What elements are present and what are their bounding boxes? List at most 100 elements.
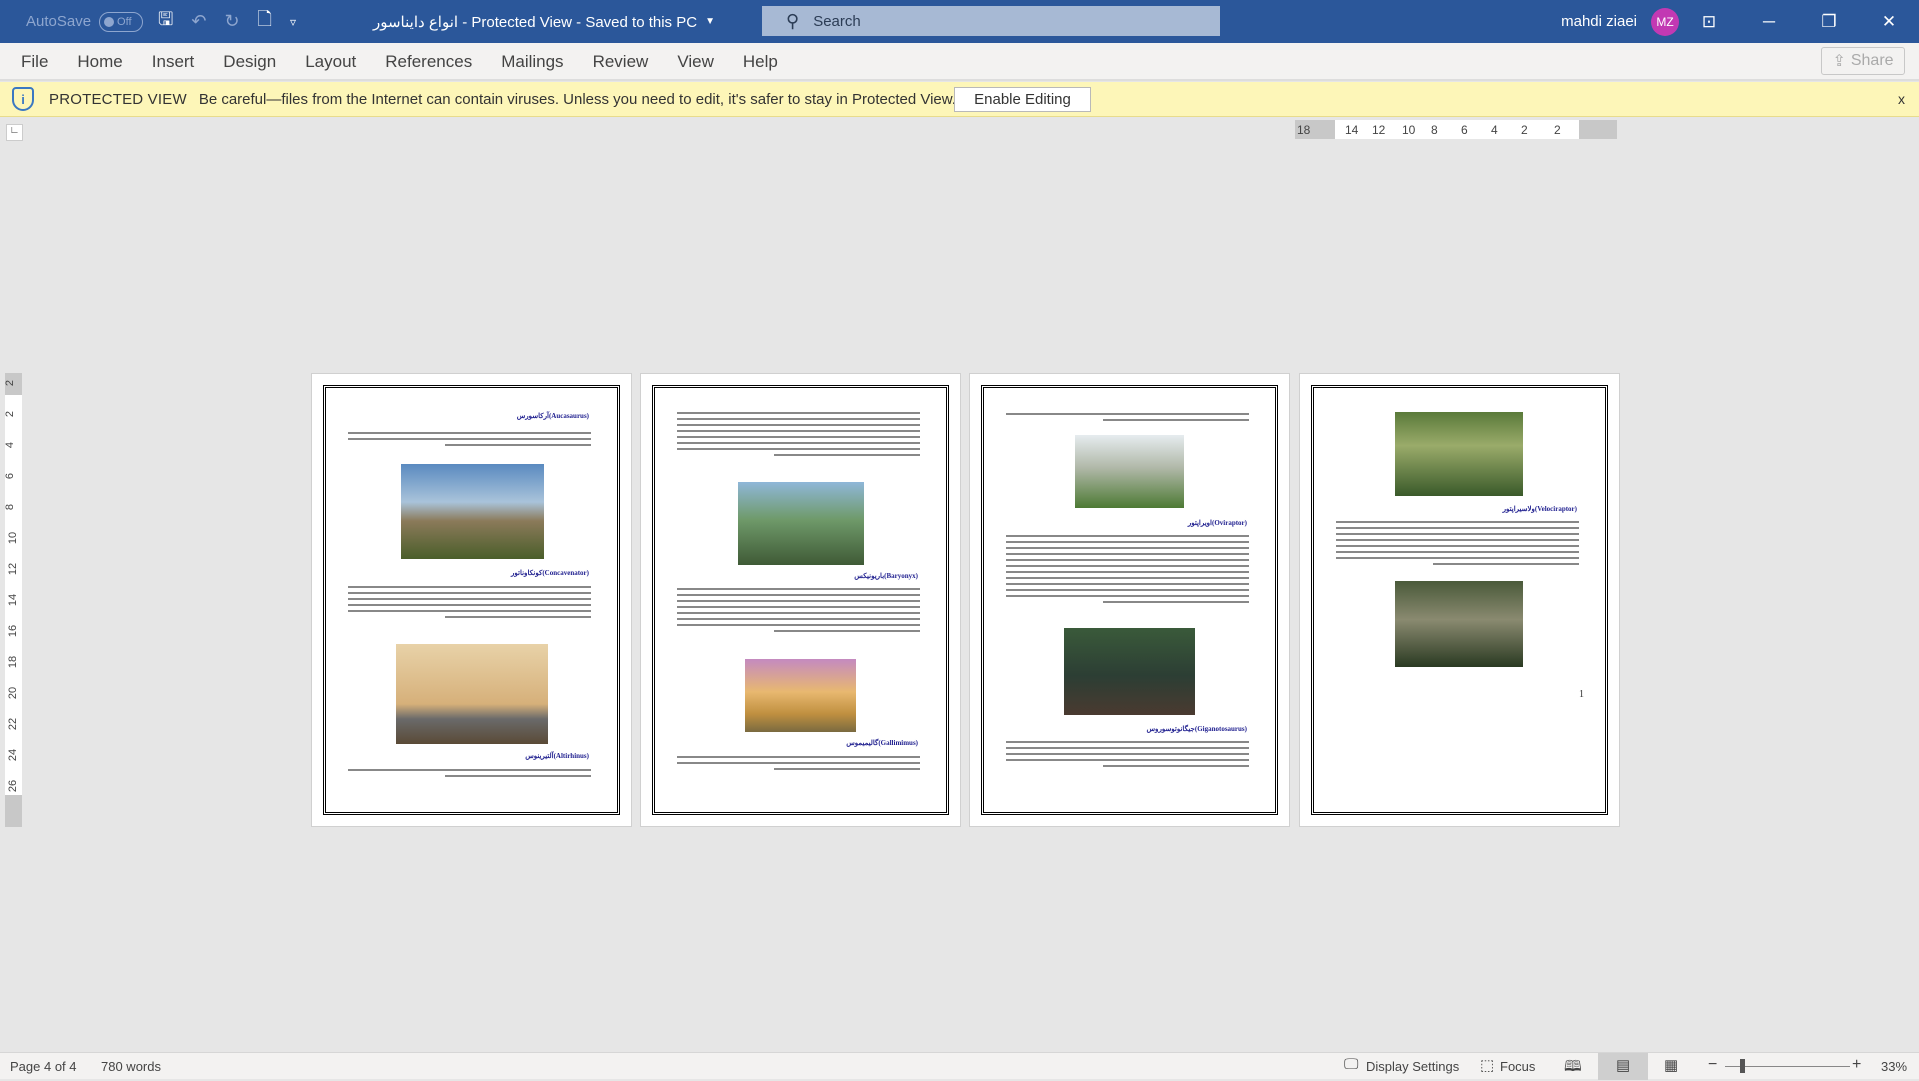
ruler-tick: 16 xyxy=(7,624,20,638)
undo-icon[interactable]: ↶ xyxy=(191,11,206,32)
text-line xyxy=(1006,571,1249,573)
save-icon[interactable]: 🖫 xyxy=(158,7,173,37)
tab-insert[interactable]: Insert xyxy=(152,52,195,72)
page-2[interactable]: باریونیکس(Baryonyx) گالیمیموس(Gallimimus… xyxy=(640,373,961,827)
autosave-label: AutoSave xyxy=(26,13,92,30)
text-line xyxy=(1336,551,1579,553)
word-count[interactable]: 780 words xyxy=(101,1059,161,1074)
ruler-tick: 26 xyxy=(7,779,20,793)
focus-button[interactable]: Focus xyxy=(1500,1059,1535,1074)
text-line xyxy=(677,624,920,626)
enable-editing-button[interactable]: Enable Editing xyxy=(954,87,1091,112)
tab-references[interactable]: References xyxy=(385,52,472,72)
ruler-tick: 22 xyxy=(7,717,20,731)
minimize-icon[interactable]: ─ xyxy=(1739,12,1799,32)
avatar[interactable]: MZ xyxy=(1651,7,1679,36)
tab-design[interactable]: Design xyxy=(223,52,276,72)
text-line xyxy=(1006,413,1249,415)
zoom-slider-thumb[interactable] xyxy=(1739,1059,1745,1073)
dinosaur-image xyxy=(396,644,548,744)
status-bar: Page 4 of 4 780 words 🖵 Display Settings… xyxy=(0,1052,1919,1081)
ruler-tick: 18 xyxy=(1297,123,1311,137)
ruler-tick: 10 xyxy=(7,531,20,545)
page-number: 1 xyxy=(1579,689,1584,700)
text-line xyxy=(677,594,920,596)
page-4[interactable]: ولاسیراپتور(Velociraptor) 1 xyxy=(1299,373,1620,827)
autosave-toggle[interactable]: AutoSave Off xyxy=(26,0,144,43)
text-line xyxy=(1006,583,1249,585)
zoom-level[interactable]: 33% xyxy=(1881,1059,1907,1074)
paragraph xyxy=(348,769,591,781)
text-line xyxy=(445,616,591,618)
close-icon[interactable]: ✕ xyxy=(1859,12,1919,32)
dinosaur-image xyxy=(738,482,864,565)
horizontal-ruler[interactable]: 18 14 12 10 8 6 4 2 2 xyxy=(1295,120,1617,139)
protected-view-bar: i PROTECTED VIEW Be careful—files from t… xyxy=(0,82,1919,117)
tab-selector[interactable]: ∟ xyxy=(6,124,23,141)
protected-view-message: Be careful—files from the Internet can c… xyxy=(198,90,956,108)
tab-view[interactable]: View xyxy=(677,52,714,72)
shield-info-icon: i xyxy=(12,87,34,111)
text-line xyxy=(1006,595,1249,597)
tab-layout[interactable]: Layout xyxy=(305,52,356,72)
text-line xyxy=(1006,741,1249,743)
ruler-tick: 10 xyxy=(1402,123,1416,137)
tab-file[interactable]: File xyxy=(21,52,48,72)
web-layout-icon[interactable]: ▦ xyxy=(1664,1056,1678,1074)
search-input[interactable]: ⚲ Search xyxy=(762,6,1220,36)
tab-help[interactable]: Help xyxy=(743,52,778,72)
text-line xyxy=(1006,747,1249,749)
print-layout-button[interactable]: ▤ xyxy=(1598,1053,1648,1080)
zoom-in-button[interactable]: + xyxy=(1852,1056,1861,1074)
ribbon: File Home Insert Design Layout References Mail… xyxy=(0,43,1919,81)
tab-mailings[interactable]: Mailings xyxy=(501,52,563,72)
dinosaur-image xyxy=(1075,435,1184,508)
text-line xyxy=(677,418,920,420)
ribbon-display-options-icon[interactable]: ⊡ xyxy=(1679,12,1739,32)
text-line xyxy=(1006,565,1249,567)
text-line xyxy=(1006,535,1249,537)
customize-toolbar-icon[interactable]: ▿ xyxy=(290,15,296,29)
dinosaur-image xyxy=(1064,628,1195,715)
close-bar-icon[interactable]: x xyxy=(1898,91,1905,107)
autosave-switch[interactable]: Off xyxy=(99,11,144,32)
text-line xyxy=(445,444,591,446)
read-mode-icon[interactable]: 🕮 xyxy=(1564,1056,1582,1081)
display-settings-button[interactable]: Display Settings xyxy=(1366,1059,1459,1074)
paragraph xyxy=(348,586,591,622)
heading: آرکاسورس(Aucasaurus) xyxy=(516,412,589,420)
heading: گالیمیموس(Gallimimus) xyxy=(846,739,918,747)
display-settings-icon[interactable]: 🖵 xyxy=(1344,1056,1358,1073)
search-icon: ⚲ xyxy=(786,10,800,31)
vertical-ruler[interactable]: 2 2 4 6 8 10 12 14 16 18 20 22 24 26 xyxy=(4,373,22,827)
share-button[interactable]: ⇪ Share xyxy=(1821,47,1905,75)
ruler-tick: 2 xyxy=(4,379,17,387)
focus-icon[interactable]: ⬚ xyxy=(1480,1056,1494,1074)
page-1[interactable]: آرکاسورس(Aucasaurus) کونکاوناتور(Concave… xyxy=(311,373,632,827)
redo-icon[interactable]: ↻ xyxy=(224,11,239,32)
text-line xyxy=(348,592,591,594)
document-title[interactable]: انواع دایناسور - Protected View - Saved … xyxy=(373,0,715,43)
ruler-tick: 12 xyxy=(1372,123,1386,137)
tab-home[interactable]: Home xyxy=(77,52,122,72)
user-account[interactable]: mahdi ziaei MZ xyxy=(1561,0,1679,43)
text-line xyxy=(677,588,920,590)
ruler-tick: 14 xyxy=(1345,123,1359,137)
user-name: mahdi ziaei xyxy=(1561,13,1637,30)
share-icon: ⇪ xyxy=(1832,53,1846,70)
text-line xyxy=(1006,553,1249,555)
text-line xyxy=(677,424,920,426)
page-3[interactable]: اویراپتور(Oviraptor) جیگانوتوسوروس(Gigan… xyxy=(969,373,1290,827)
paragraph xyxy=(1006,413,1249,425)
heading: باریونیکس(Baryonyx) xyxy=(854,572,918,580)
text-line xyxy=(677,600,920,602)
ruler-tick: 24 xyxy=(7,748,20,762)
page-count[interactable]: Page 4 of 4 xyxy=(10,1059,77,1074)
chevron-down-icon: ▼ xyxy=(705,16,715,27)
restore-icon[interactable]: ❐ xyxy=(1799,12,1859,32)
heading: کونکاوناتور(Concavenator) xyxy=(511,569,589,577)
tab-review[interactable]: Review xyxy=(593,52,649,72)
text-line xyxy=(1433,563,1579,565)
zoom-out-button[interactable]: − xyxy=(1708,1056,1717,1074)
new-document-icon[interactable]: 🗋 xyxy=(258,7,272,37)
